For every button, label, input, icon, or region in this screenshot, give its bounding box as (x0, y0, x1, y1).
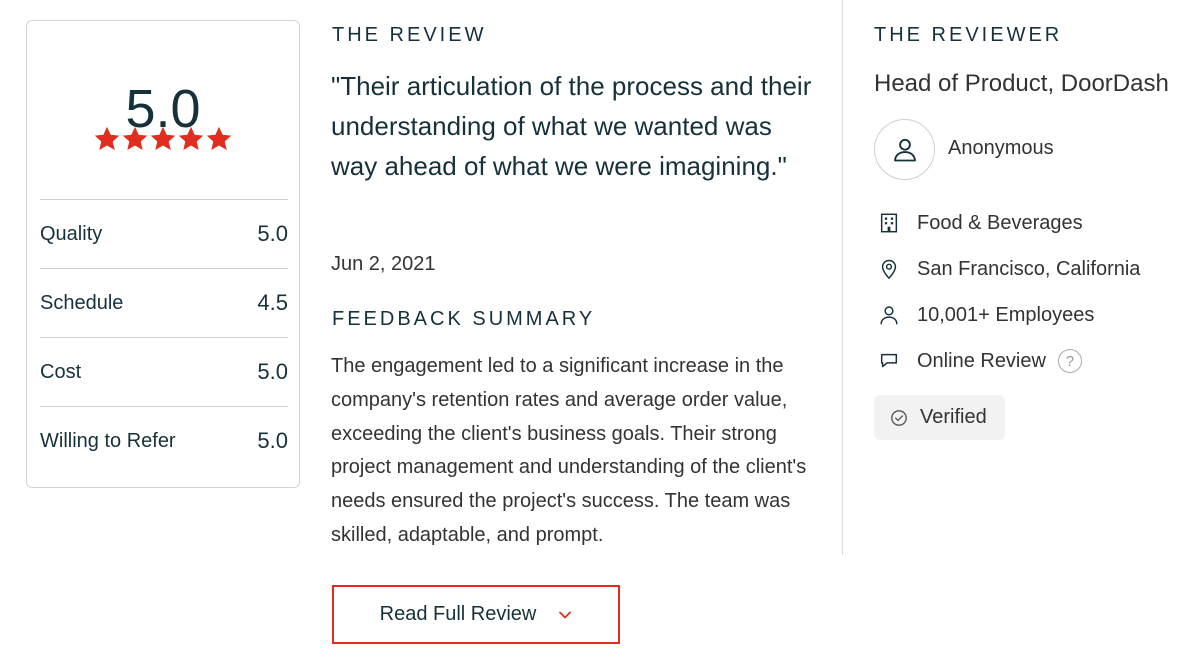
score-value: 4.5 (257, 290, 288, 315)
rating-card: 5.0 Quality 5.0 Schedule 4.5 Cost 5.0 Wi… (26, 20, 300, 488)
score-row-schedule: Schedule 4.5 (40, 268, 288, 337)
star-icon (94, 126, 120, 150)
feedback-summary-heading: FEEDBACK SUMMARY (332, 308, 596, 330)
score-row-willing-to-refer: Willing to Refer 5.0 (40, 406, 288, 475)
score-label: Willing to Refer (40, 429, 176, 452)
help-icon[interactable]: ? (1057, 349, 1082, 373)
reviewer-industry: Food & Beverages (877, 211, 1083, 235)
avatar (874, 119, 935, 180)
reviewer-review-type: Online Review ? (877, 349, 1082, 373)
location-pin-icon (877, 257, 901, 281)
score-row-quality: Quality 5.0 (40, 199, 288, 268)
read-full-review-label: Read Full Review (379, 603, 537, 625)
score-label: Quality (40, 222, 103, 245)
industry-label: Food & Beverages (917, 211, 1083, 234)
score-breakdown: Quality 5.0 Schedule 4.5 Cost 5.0 Willin… (40, 199, 288, 475)
building-icon (877, 211, 901, 235)
reviewer-location: San Francisco, California (877, 257, 1140, 281)
user-icon (893, 138, 916, 161)
column-divider (842, 0, 843, 555)
chat-bubble-icon (877, 349, 901, 373)
check-circle-icon (891, 409, 907, 426)
reviewer-title: Head of Product, DoorDash (874, 70, 1169, 97)
review-quote: "Their articulation of the process and t… (331, 71, 812, 181)
score-value: 5.0 (257, 359, 288, 384)
score-value: 5.0 (257, 221, 288, 246)
score-label: Schedule (40, 291, 124, 314)
reviewer-name: Anonymous (948, 137, 1054, 159)
star-icon (206, 126, 232, 150)
read-full-review-button[interactable]: Read Full Review (332, 585, 620, 644)
score-label: Cost (40, 360, 82, 383)
star-icon (122, 126, 148, 150)
location-label: San Francisco, California (917, 257, 1141, 280)
star-icon (178, 126, 204, 150)
employees-label: 10,001+ Employees (917, 303, 1095, 326)
review-heading: THE REVIEW (332, 24, 487, 46)
reviewer-company-size: 10,001+ Employees (877, 303, 1094, 327)
score-value: 5.0 (257, 428, 288, 453)
star-rating (27, 125, 299, 153)
chevron-down-icon (559, 611, 572, 618)
verified-badge: Verified (874, 395, 1005, 440)
score-row-cost: Cost 5.0 (40, 337, 288, 406)
reviewer-heading: THE REVIEWER (874, 24, 1063, 46)
star-icon (150, 126, 176, 150)
person-icon (877, 303, 901, 327)
feedback-summary-text: The engagement led to a significant incr… (331, 355, 807, 546)
review-type-label: Online Review (917, 349, 1046, 372)
review-date: Jun 2, 2021 (331, 253, 436, 275)
verified-label: Verified (920, 406, 987, 428)
